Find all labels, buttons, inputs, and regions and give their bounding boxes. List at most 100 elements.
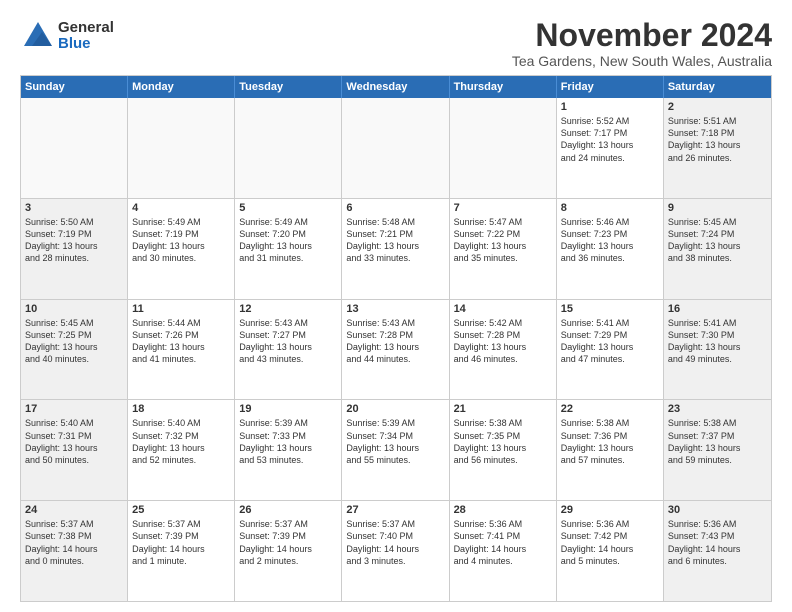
cal-header-day-sunday: Sunday (21, 76, 128, 98)
day-info: Sunrise: 5:41 AM Sunset: 7:29 PM Dayligh… (561, 317, 659, 366)
cal-cell-day-27: 27Sunrise: 5:37 AM Sunset: 7:40 PM Dayli… (342, 501, 449, 601)
cal-cell-day-29: 29Sunrise: 5:36 AM Sunset: 7:42 PM Dayli… (557, 501, 664, 601)
cal-cell-day-23: 23Sunrise: 5:38 AM Sunset: 7:37 PM Dayli… (664, 400, 771, 500)
day-number: 12 (239, 303, 337, 315)
cal-week-4: 17Sunrise: 5:40 AM Sunset: 7:31 PM Dayli… (21, 400, 771, 501)
day-info: Sunrise: 5:44 AM Sunset: 7:26 PM Dayligh… (132, 317, 230, 366)
cal-cell-day-5: 5 Sunrise: 5:49 AM Sunset: 7:20 PM Daylig… (235, 199, 342, 299)
day-info: Sunrise: 5:39 AM Sunset: 7:34 PM Dayligh… (346, 417, 444, 466)
day-number: 9 (668, 202, 767, 214)
cal-header-day-thursday: Thursday (450, 76, 557, 98)
day-number: 20 (346, 403, 444, 415)
header: General Blue November 2024 Tea Gardens, … (20, 18, 772, 69)
day-info: Sunrise: 5:41 AM Sunset: 7:30 PM Dayligh… (668, 317, 767, 366)
day-info: Sunrise: 5:36 AM Sunset: 7:41 PM Dayligh… (454, 518, 552, 567)
cal-cell-empty (342, 98, 449, 198)
title-block: November 2024 Tea Gardens, New South Wal… (512, 18, 772, 69)
day-info: Sunrise: 5:46 AM Sunset: 7:23 PM Dayligh… (561, 216, 659, 265)
day-info: Sunrise: 5:42 AM Sunset: 7:28 PM Dayligh… (454, 317, 552, 366)
cal-cell-day-2: 2 Sunrise: 5:51 AM Sunset: 7:18 PM Daylig… (664, 98, 771, 198)
day-info: Sunrise: 5:49 AM Sunset: 7:20 PM Dayligh… (239, 216, 337, 265)
day-number: 22 (561, 403, 659, 415)
cal-cell-empty (235, 98, 342, 198)
day-number: 16 (668, 303, 767, 315)
day-number: 10 (25, 303, 123, 315)
day-number: 2 (668, 101, 767, 113)
day-number: 24 (25, 504, 123, 516)
day-number: 4 (132, 202, 230, 214)
page: General Blue November 2024 Tea Gardens, … (0, 0, 792, 612)
day-number: 27 (346, 504, 444, 516)
day-info: Sunrise: 5:51 AM Sunset: 7:18 PM Dayligh… (668, 115, 767, 164)
cal-cell-day-13: 13Sunrise: 5:43 AM Sunset: 7:28 PM Dayli… (342, 300, 449, 400)
cal-cell-empty (450, 98, 557, 198)
day-info: Sunrise: 5:40 AM Sunset: 7:32 PM Dayligh… (132, 417, 230, 466)
logo-text: General Blue (58, 20, 114, 53)
cal-cell-day-6: 6Sunrise: 5:48 AM Sunset: 7:21 PM Daylig… (342, 199, 449, 299)
day-number: 26 (239, 504, 337, 516)
day-info: Sunrise: 5:45 AM Sunset: 7:24 PM Dayligh… (668, 216, 767, 265)
day-info: Sunrise: 5:47 AM Sunset: 7:22 PM Dayligh… (454, 216, 552, 265)
calendar: SundayMondayTuesdayWednesdayThursdayFrid… (20, 75, 772, 602)
day-number: 23 (668, 403, 767, 415)
cal-cell-day-14: 14 Sunrise: 5:42 AM Sunset: 7:28 PM Dayli… (450, 300, 557, 400)
cal-cell-day-4: 4 Sunrise: 5:49 AM Sunset: 7:19 PM Daylig… (128, 199, 235, 299)
cal-cell-day-30: 30 Sunrise: 5:36 AM Sunset: 7:43 PM Dayli… (664, 501, 771, 601)
cal-header-day-saturday: Saturday (664, 76, 771, 98)
day-info: Sunrise: 5:38 AM Sunset: 7:35 PM Dayligh… (454, 417, 552, 466)
cal-cell-day-9: 9 Sunrise: 5:45 AM Sunset: 7:24 PM Daylig… (664, 199, 771, 299)
day-number: 1 (561, 101, 659, 113)
cal-cell-day-25: 25 Sunrise: 5:37 AM Sunset: 7:39 PM Dayli… (128, 501, 235, 601)
day-number: 6 (346, 202, 444, 214)
day-info: Sunrise: 5:49 AM Sunset: 7:19 PM Dayligh… (132, 216, 230, 265)
cal-cell-day-1: 1 Sunrise: 5:52 AM Sunset: 7:17 PM Daylig… (557, 98, 664, 198)
day-number: 13 (346, 303, 444, 315)
cal-cell-day-28: 28 Sunrise: 5:36 AM Sunset: 7:41 PM Dayli… (450, 501, 557, 601)
cal-week-1: 1 Sunrise: 5:52 AM Sunset: 7:17 PM Daylig… (21, 98, 771, 199)
day-info: Sunrise: 5:43 AM Sunset: 7:27 PM Dayligh… (239, 317, 337, 366)
cal-cell-day-21: 21 Sunrise: 5:38 AM Sunset: 7:35 PM Dayli… (450, 400, 557, 500)
day-number: 15 (561, 303, 659, 315)
cal-week-3: 10Sunrise: 5:45 AM Sunset: 7:25 PM Dayli… (21, 300, 771, 401)
cal-cell-day-11: 11Sunrise: 5:44 AM Sunset: 7:26 PM Dayli… (128, 300, 235, 400)
cal-week-2: 3Sunrise: 5:50 AM Sunset: 7:19 PM Daylig… (21, 199, 771, 300)
logo: General Blue (20, 18, 114, 54)
cal-cell-day-3: 3Sunrise: 5:50 AM Sunset: 7:19 PM Daylig… (21, 199, 128, 299)
cal-cell-day-26: 26 Sunrise: 5:37 AM Sunset: 7:39 PM Dayli… (235, 501, 342, 601)
cal-cell-empty (128, 98, 235, 198)
logo-general-text: General (58, 20, 114, 37)
day-number: 19 (239, 403, 337, 415)
day-number: 3 (25, 202, 123, 214)
day-number: 7 (454, 202, 552, 214)
cal-cell-day-15: 15 Sunrise: 5:41 AM Sunset: 7:29 PM Dayli… (557, 300, 664, 400)
day-number: 28 (454, 504, 552, 516)
cal-cell-day-16: 16 Sunrise: 5:41 AM Sunset: 7:30 PM Dayli… (664, 300, 771, 400)
cal-cell-day-7: 7 Sunrise: 5:47 AM Sunset: 7:22 PM Daylig… (450, 199, 557, 299)
cal-header-day-friday: Friday (557, 76, 664, 98)
day-number: 21 (454, 403, 552, 415)
day-info: Sunrise: 5:38 AM Sunset: 7:36 PM Dayligh… (561, 417, 659, 466)
main-title: November 2024 (512, 18, 772, 53)
subtitle: Tea Gardens, New South Wales, Australia (512, 53, 772, 69)
cal-cell-day-24: 24Sunrise: 5:37 AM Sunset: 7:38 PM Dayli… (21, 501, 128, 601)
day-info: Sunrise: 5:52 AM Sunset: 7:17 PM Dayligh… (561, 115, 659, 164)
day-info: Sunrise: 5:36 AM Sunset: 7:42 PM Dayligh… (561, 518, 659, 567)
cal-cell-day-8: 8Sunrise: 5:46 AM Sunset: 7:23 PM Daylig… (557, 199, 664, 299)
day-number: 17 (25, 403, 123, 415)
cal-header-day-tuesday: Tuesday (235, 76, 342, 98)
cal-cell-day-19: 19Sunrise: 5:39 AM Sunset: 7:33 PM Dayli… (235, 400, 342, 500)
day-number: 5 (239, 202, 337, 214)
day-number: 14 (454, 303, 552, 315)
day-number: 30 (668, 504, 767, 516)
logo-icon (20, 18, 56, 54)
cal-header-day-wednesday: Wednesday (342, 76, 449, 98)
cal-header-day-monday: Monday (128, 76, 235, 98)
day-info: Sunrise: 5:37 AM Sunset: 7:39 PM Dayligh… (132, 518, 230, 567)
day-info: Sunrise: 5:36 AM Sunset: 7:43 PM Dayligh… (668, 518, 767, 567)
cal-cell-day-20: 20 Sunrise: 5:39 AM Sunset: 7:34 PM Dayli… (342, 400, 449, 500)
cal-cell-day-17: 17Sunrise: 5:40 AM Sunset: 7:31 PM Dayli… (21, 400, 128, 500)
day-info: Sunrise: 5:37 AM Sunset: 7:39 PM Dayligh… (239, 518, 337, 567)
day-number: 25 (132, 504, 230, 516)
cal-cell-day-18: 18Sunrise: 5:40 AM Sunset: 7:32 PM Dayli… (128, 400, 235, 500)
cal-week-5: 24Sunrise: 5:37 AM Sunset: 7:38 PM Dayli… (21, 501, 771, 601)
